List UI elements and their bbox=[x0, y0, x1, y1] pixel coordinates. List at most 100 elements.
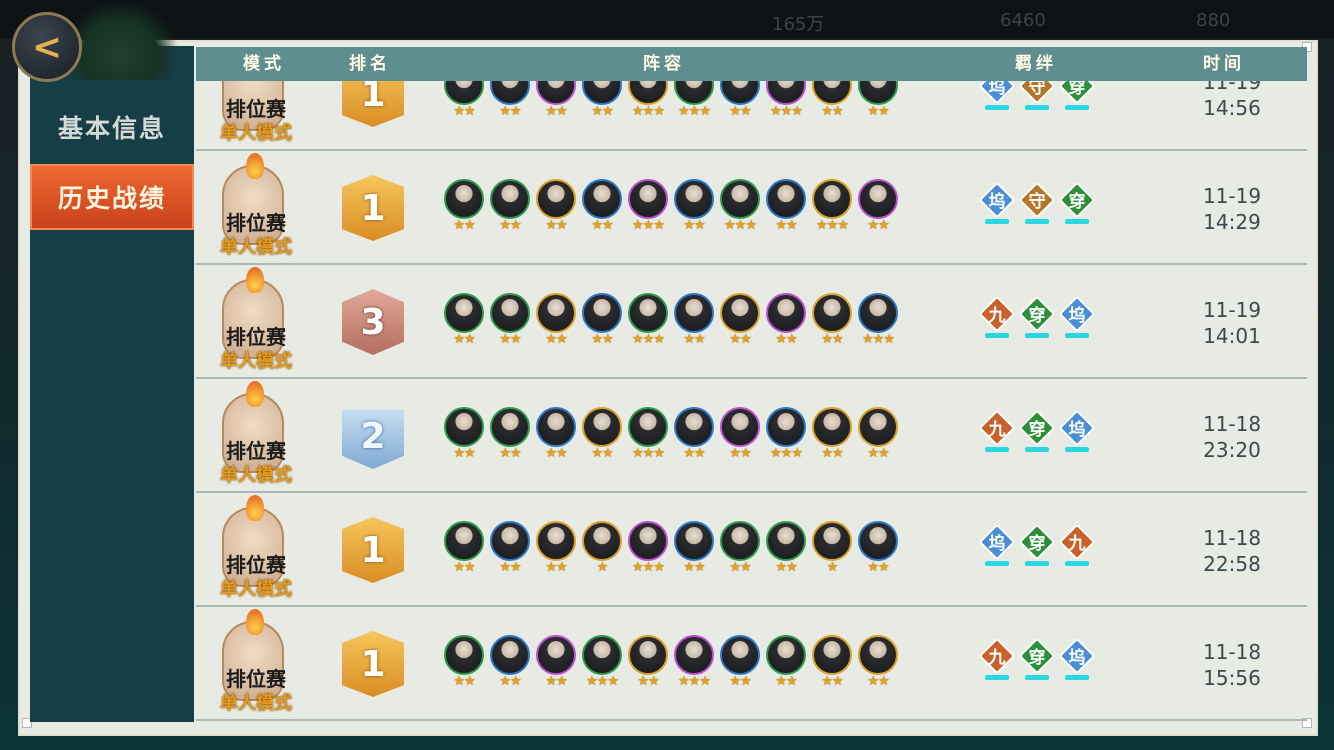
hero-slot[interactable]: ★★★ bbox=[674, 81, 714, 125]
flame-icon bbox=[246, 267, 264, 293]
hero-slot[interactable]: ★★★ bbox=[628, 81, 668, 125]
hero-slot[interactable]: ★★ bbox=[490, 81, 530, 125]
bond-level-bar bbox=[985, 675, 1009, 680]
hero-slot[interactable]: ★★★ bbox=[674, 635, 714, 695]
history-list[interactable]: 排位赛 单人模式 1 ★★ ★★ ★★ ★★ ★★★ ★★★ ★★ ★★★ ★★ ★★ 坞守穿 11-19 1… bbox=[196, 81, 1307, 721]
hero-slot[interactable]: ★★ bbox=[582, 179, 622, 239]
bond-badge[interactable]: 守 bbox=[1018, 181, 1060, 233]
hero-slot[interactable]: ★★ bbox=[766, 635, 806, 695]
bond-badge[interactable]: 九 bbox=[978, 295, 1020, 347]
bond-badge[interactable]: 穿 bbox=[1058, 81, 1100, 119]
hero-slot[interactable]: ★★ bbox=[812, 407, 852, 467]
hero-slot[interactable]: ★★ bbox=[582, 407, 622, 467]
history-row[interactable]: 排位赛单人模式1★★★★★★★★★★★★★★★★★★★★★★★坞守穿11-191… bbox=[196, 151, 1307, 265]
hero-slot[interactable]: ★★ bbox=[444, 81, 484, 125]
hero-slot[interactable]: ★★ bbox=[720, 293, 760, 353]
bond-badge[interactable]: 穿 bbox=[1018, 637, 1060, 689]
hero-slot[interactable]: ★★ bbox=[536, 293, 576, 353]
sidebar-item-basic-info[interactable]: 基本信息 bbox=[30, 94, 194, 160]
hero-slot[interactable]: ★★ bbox=[490, 521, 530, 581]
hero-slot[interactable]: ★★ bbox=[766, 521, 806, 581]
bond-badge[interactable]: 穿 bbox=[1058, 181, 1100, 233]
bond-badge[interactable]: 九 bbox=[978, 409, 1020, 461]
hero-slot[interactable]: ★★★ bbox=[766, 407, 806, 467]
history-row[interactable]: 排位赛 单人模式 1 ★★ ★★ ★★ ★ ★★★ ★★ ★★ ★★ ★ ★★ 坞穿九 11-18 22:58 bbox=[196, 493, 1307, 607]
hero-slot[interactable]: ★★ bbox=[444, 293, 484, 353]
table-header: 模式 排名 阵容 羁绊 时间 bbox=[196, 47, 1307, 81]
bond-badge[interactable]: 穿 bbox=[1018, 409, 1060, 461]
bond-badge[interactable]: 坞 bbox=[978, 181, 1020, 233]
hero-slot[interactable]: ★★ bbox=[444, 407, 484, 467]
mode-badge: 排位赛 单人模式 bbox=[214, 81, 298, 149]
hero-slot[interactable]: ★★★ bbox=[628, 521, 668, 581]
bond-badge[interactable]: 坞 bbox=[1058, 295, 1100, 347]
hero-slot[interactable]: ★★★ bbox=[628, 179, 668, 239]
hero-slot[interactable]: ★★ bbox=[812, 635, 852, 695]
bond-badge[interactable]: 坞 bbox=[1058, 637, 1100, 689]
sidebar-item-history[interactable]: 历史战绩 bbox=[30, 164, 194, 230]
hero-stars: ★★ bbox=[591, 218, 613, 233]
bond-badge[interactable]: 坞 bbox=[1058, 409, 1100, 461]
hero-slot[interactable]: ★★ bbox=[766, 179, 806, 239]
hero-slot[interactable]: ★★ bbox=[582, 293, 622, 353]
bond-badge[interactable]: 坞 bbox=[978, 81, 1020, 119]
hero-slot[interactable]: ★★ bbox=[858, 81, 898, 125]
hero-slot[interactable]: ★★★ bbox=[628, 407, 668, 467]
hero-slot[interactable]: ★★ bbox=[858, 407, 898, 467]
history-row[interactable]: 排位赛 单人模式 1 ★★ ★★ ★★ ★★★ ★★ ★★★ ★★ ★★ ★★ ★★ 九穿坞 11-18 15… bbox=[196, 607, 1307, 721]
hero-slot[interactable]: ★★ bbox=[490, 635, 530, 695]
hero-slot[interactable]: ★★ bbox=[674, 179, 714, 239]
hero-slot[interactable]: ★★★ bbox=[766, 81, 806, 125]
hero-slot[interactable]: ★★ bbox=[536, 407, 576, 467]
hero-slot[interactable]: ★★★ bbox=[628, 293, 668, 353]
hero-slot[interactable]: ★★★ bbox=[582, 635, 622, 695]
hero-slot[interactable]: ★★ bbox=[858, 179, 898, 239]
hero-slot[interactable]: ★★ bbox=[812, 81, 852, 125]
hero-slot[interactable]: ★★ bbox=[536, 635, 576, 695]
hero-slot[interactable]: ★★ bbox=[444, 179, 484, 239]
history-row[interactable]: 排位赛单人模式1★★★★★★★★★★★★★★★★★★★★★★★坞守穿11-191… bbox=[196, 81, 1307, 151]
hero-slot[interactable]: ★★ bbox=[720, 521, 760, 581]
header-rank: 排名 bbox=[349, 54, 391, 74]
resource-1: 165万 bbox=[772, 14, 825, 35]
hero-slot[interactable]: ★★ bbox=[674, 407, 714, 467]
hero-slot[interactable]: ★★★ bbox=[720, 179, 760, 239]
hero-slot[interactable]: ★★ bbox=[674, 293, 714, 353]
hero-slot[interactable]: ★★ bbox=[490, 179, 530, 239]
bond-badge[interactable]: 穿 bbox=[1018, 295, 1060, 347]
hero-stars: ★★ bbox=[867, 218, 889, 233]
hero-slot[interactable]: ★★ bbox=[628, 635, 668, 695]
hero-slot[interactable]: ★★ bbox=[536, 521, 576, 581]
bond-label: 坞 bbox=[1068, 420, 1086, 440]
hero-slot[interactable]: ★★ bbox=[582, 81, 622, 125]
hero-slot[interactable]: ★★★ bbox=[812, 179, 852, 239]
hero-slot[interactable]: ★ bbox=[582, 521, 622, 581]
back-button[interactable]: < bbox=[12, 12, 82, 82]
bond-badge[interactable]: 穿 bbox=[1018, 523, 1060, 575]
hero-slot[interactable]: ★★ bbox=[858, 635, 898, 695]
hero-slot[interactable]: ★★ bbox=[536, 179, 576, 239]
bond-badge[interactable]: 九 bbox=[978, 637, 1020, 689]
hero-slot[interactable]: ★★ bbox=[766, 293, 806, 353]
hero-slot[interactable]: ★★ bbox=[720, 635, 760, 695]
hero-slot[interactable]: ★★ bbox=[674, 521, 714, 581]
hero-portrait bbox=[490, 293, 530, 333]
hero-slot[interactable]: ★★ bbox=[444, 521, 484, 581]
hero-slot[interactable]: ★★ bbox=[858, 521, 898, 581]
hero-slot[interactable]: ★ bbox=[812, 521, 852, 581]
history-row[interactable]: 排位赛 单人模式 2 ★★ ★★ ★★ ★★ ★★★ ★★ ★★ ★★★ ★★ ★★ 九穿坞 11-18 23… bbox=[196, 379, 1307, 493]
history-row[interactable]: 排位赛 单人模式 3 ★★ ★★ ★★ ★★ ★★★ ★★ ★★ ★★ ★★ ★★★ 九穿坞 11-19 14… bbox=[196, 265, 1307, 379]
hero-slot[interactable]: ★★ bbox=[720, 81, 760, 125]
hero-slot[interactable]: ★★ bbox=[720, 407, 760, 467]
hero-slot[interactable]: ★★ bbox=[490, 293, 530, 353]
bond-badge[interactable]: 九 bbox=[1058, 523, 1100, 575]
hero-slot[interactable]: ★★ bbox=[812, 293, 852, 353]
bond-badge[interactable]: 坞 bbox=[978, 523, 1020, 575]
hero-slot[interactable]: ★★ bbox=[490, 407, 530, 467]
bond-badge[interactable]: 守 bbox=[1018, 81, 1060, 119]
hero-slot[interactable]: ★★★ bbox=[858, 293, 898, 353]
hero-stars: ★★★ bbox=[632, 218, 665, 233]
hero-slot[interactable]: ★★ bbox=[444, 635, 484, 695]
match-clock: 22:58 bbox=[1203, 552, 1261, 576]
hero-slot[interactable]: ★★ bbox=[536, 81, 576, 125]
